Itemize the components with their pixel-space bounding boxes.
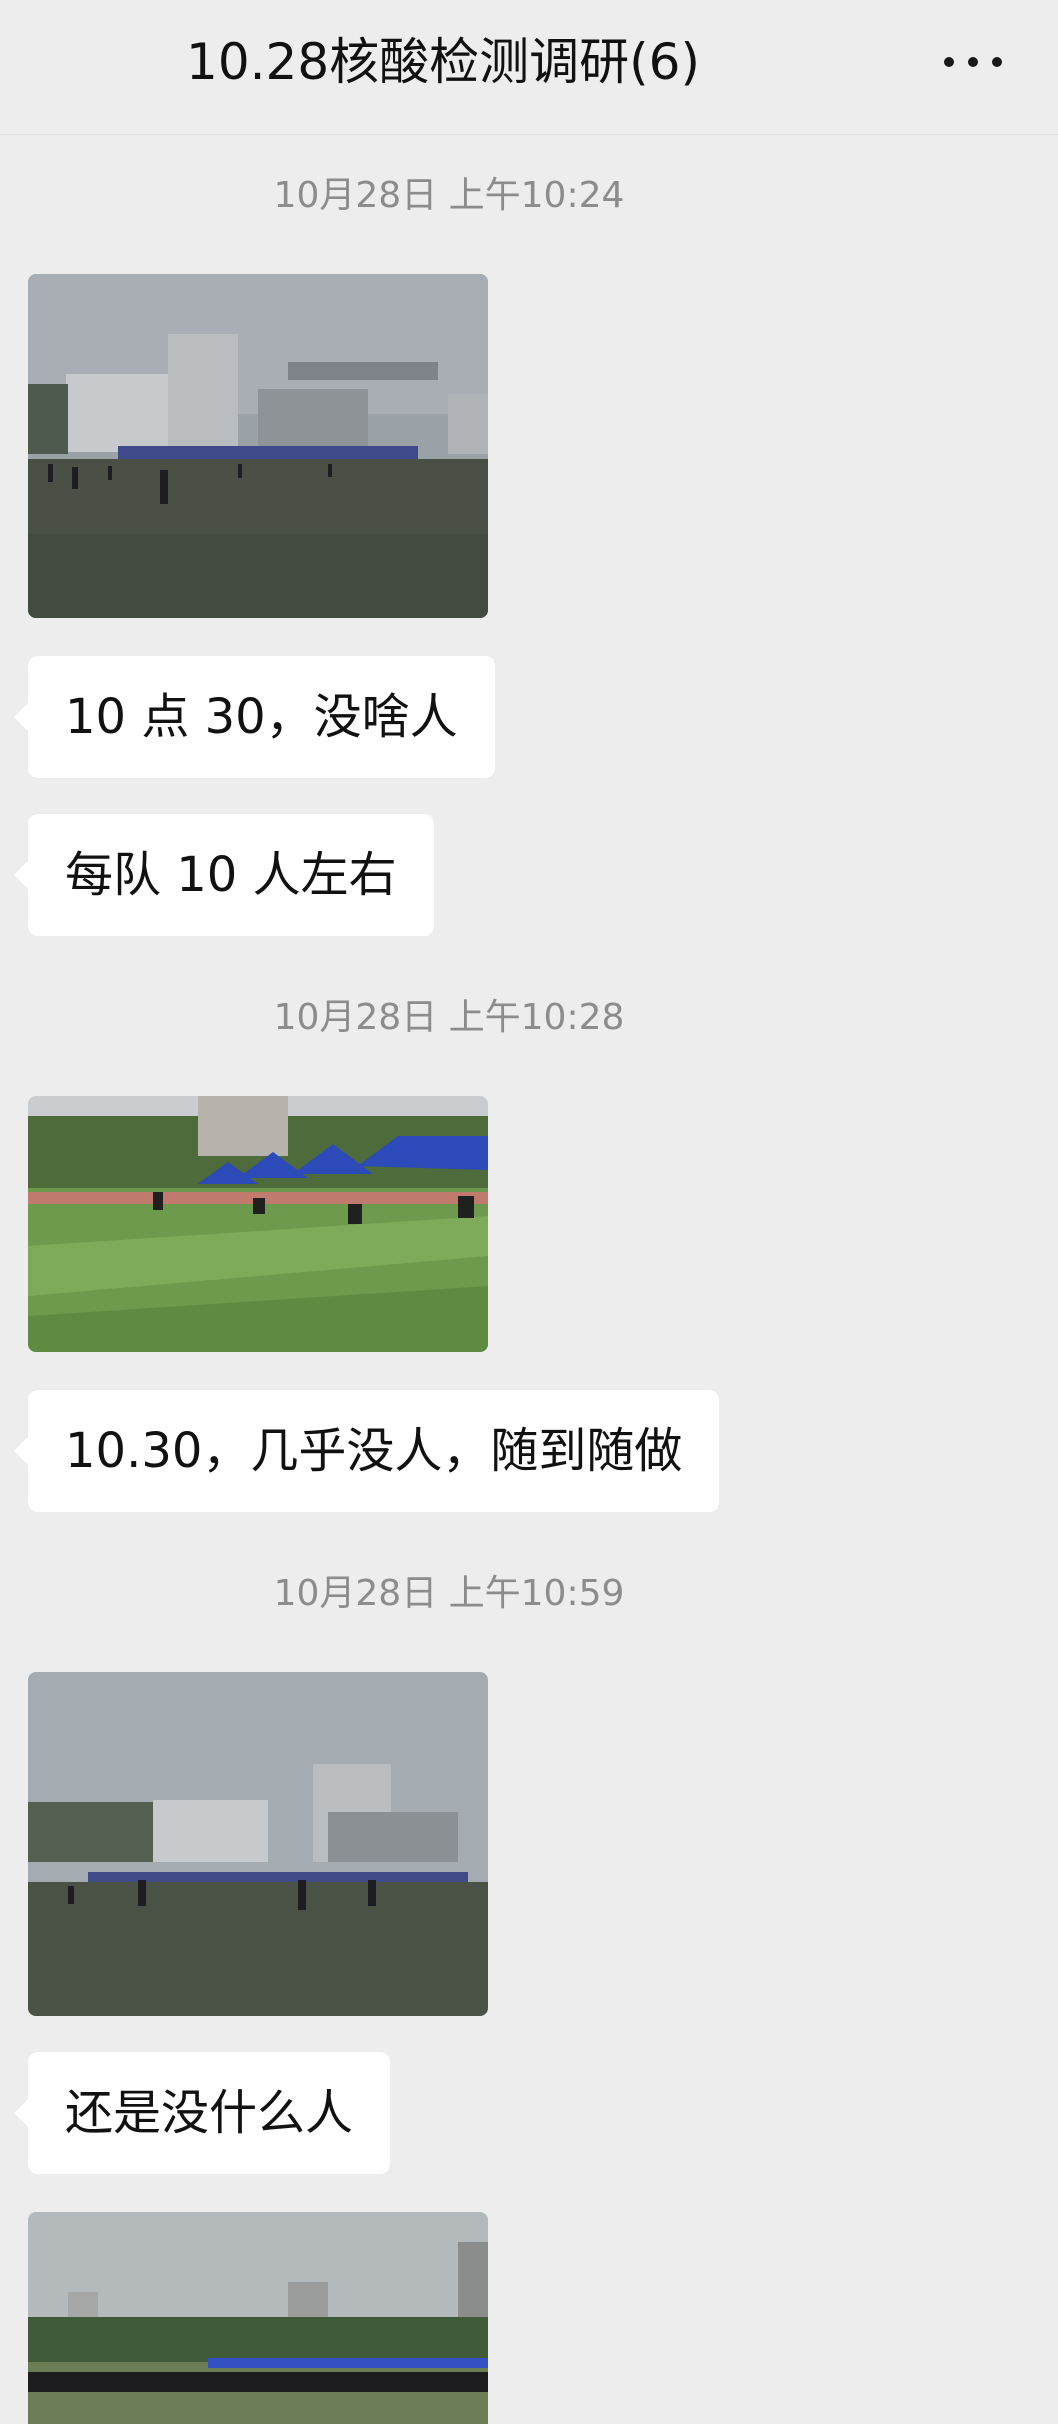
- text-message[interactable]: 10 点 30，没啥人: [14, 656, 495, 778]
- chat-title: 10.28核酸检测调研(6): [186, 33, 700, 91]
- photo-queue-skyline-icon: [28, 2212, 488, 2424]
- photo-message[interactable]: [28, 1672, 488, 2016]
- timestamp: 10月28日 上午10:59: [273, 1573, 625, 1614]
- photo-message[interactable]: [28, 274, 488, 618]
- text-message[interactable]: 还是没什么人: [13, 2052, 391, 2174]
- photo-field-people-icon: [28, 1672, 488, 2016]
- photo-message[interactable]: [28, 2212, 488, 2424]
- timestamp: 10月28日 上午10:24: [273, 175, 625, 216]
- chat-header: 10.28核酸检测调研(6): [0, 0, 1058, 135]
- photo-tents-turf-icon: [28, 1096, 488, 1352]
- text-message[interactable]: 每队 10 人左右: [14, 814, 434, 936]
- text-message[interactable]: 10.30，几乎没人，随到随做: [13, 1390, 720, 1512]
- photo-field-tents-icon: [28, 274, 488, 618]
- photo-message[interactable]: [28, 1096, 488, 1352]
- timestamp: 10月28日 上午10:28: [273, 997, 625, 1038]
- more-dots-icon[interactable]: [944, 55, 1002, 69]
